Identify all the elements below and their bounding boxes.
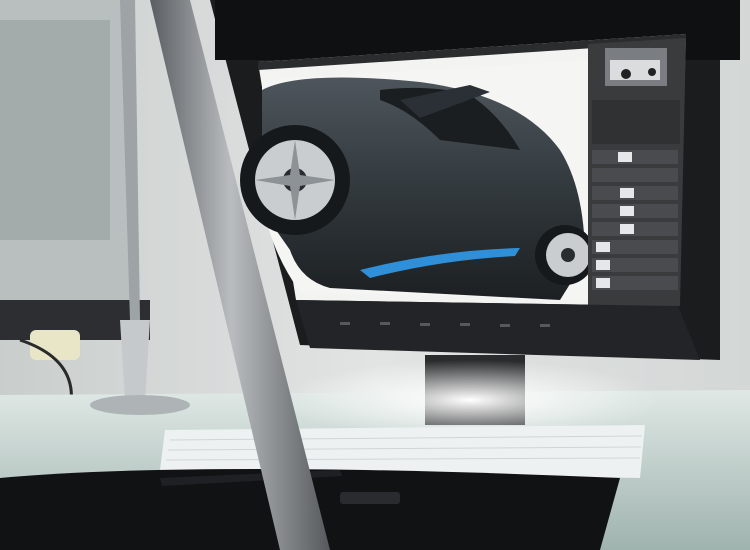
scene-illustration — [0, 0, 750, 550]
lamp-base — [90, 395, 190, 415]
car-image — [240, 60, 595, 300]
power-adapter — [30, 330, 80, 360]
photo-scene — [0, 0, 750, 550]
left-panel — [0, 20, 110, 240]
properties-panel — [592, 100, 680, 144]
layers-panel[interactable] — [588, 38, 686, 306]
lamp-base-rod — [120, 320, 150, 400]
tablet-pen-holder — [340, 492, 400, 504]
